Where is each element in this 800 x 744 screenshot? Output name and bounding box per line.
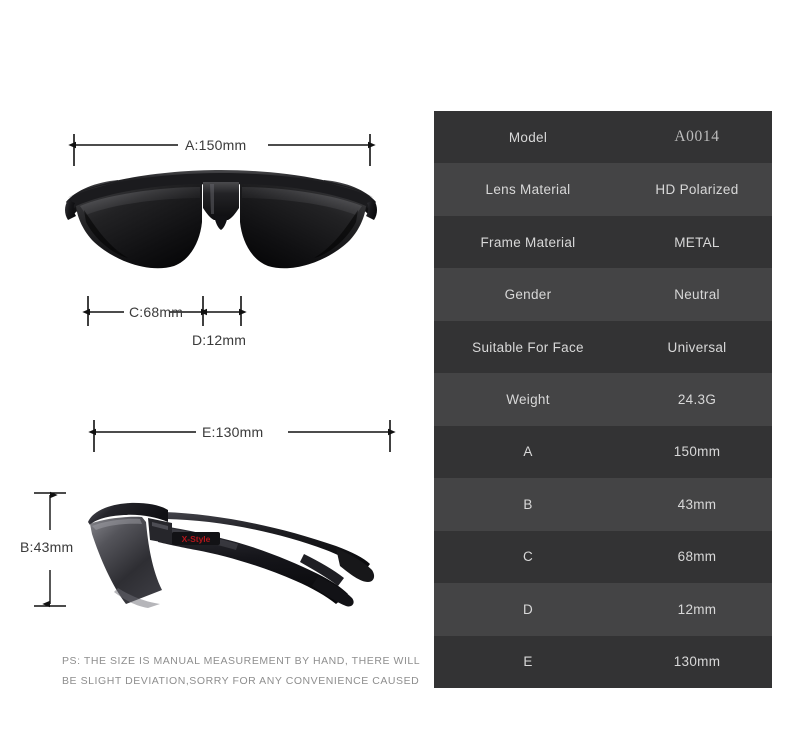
spec-key: E	[523, 654, 533, 670]
table-row: D 12mm	[434, 583, 772, 636]
spec-value: A0014	[674, 128, 720, 146]
specification-sheet: X-Style A:150mm C:68mm D:12mm E:130mm B:…	[0, 0, 800, 744]
spec-key: Lens Material	[485, 182, 571, 198]
dimension-lines	[34, 134, 396, 608]
spec-value: METAL	[674, 234, 720, 250]
table-row: B 43mm	[434, 478, 772, 531]
spec-value: Neutral	[674, 287, 720, 303]
spec-value: 43mm	[677, 496, 717, 512]
nose-pad-center	[214, 216, 228, 230]
sunglasses-front-view	[65, 170, 377, 269]
spec-key: C	[522, 549, 534, 565]
table-row: Frame Material METAL	[434, 215, 772, 269]
spec-key: Frame Material	[480, 234, 576, 250]
disclaimer-line-2: BE SLIGHT DEVIATION,SORRY FOR ANY CONVEN…	[62, 675, 420, 687]
diagram-panel: X-Style A:150mm C:68mm D:12mm E:130mm B:…	[0, 0, 430, 744]
dim-label-b: B:43mm	[20, 539, 74, 555]
spec-key: D	[522, 601, 534, 617]
table-row: C 68mm	[434, 530, 772, 584]
spec-key: Suitable For Face	[472, 339, 584, 355]
spec-key: A	[523, 444, 533, 460]
table-row: Model A0014	[434, 111, 772, 164]
specification-table: Model A0014 Lens Material HD Polarized Frame…	[434, 111, 772, 688]
temple-logo-text: X-Style	[182, 534, 211, 544]
spec-key: Gender	[504, 287, 552, 303]
dim-label-c: C:68mm	[129, 304, 184, 320]
table-row: Lens Material HD Polarized	[434, 163, 772, 216]
spec-value: HD Polarized	[655, 182, 739, 198]
hinge-block-side	[148, 518, 172, 544]
dim-label-e: E:130mm	[202, 424, 264, 440]
spec-value: 12mm	[677, 601, 717, 617]
spec-key: Weight	[506, 391, 550, 407]
spec-value: 130mm	[673, 654, 721, 670]
spec-value: 68mm	[677, 549, 717, 565]
disclaimer-line-1: PS: THE SIZE IS MANUAL MEASUREMENT BY HA…	[62, 655, 421, 667]
dim-label-a: A:150mm	[185, 137, 247, 153]
table-row: A 150mm	[434, 425, 772, 479]
dim-label-d: D:12mm	[192, 332, 247, 348]
spec-value: 24.3G	[677, 391, 717, 407]
spec-value: 150mm	[673, 444, 721, 460]
spec-key: Model	[508, 129, 548, 145]
bridge	[203, 182, 239, 220]
table-row: E 130mm	[434, 635, 772, 688]
table-row: Suitable For Face Universal	[434, 320, 772, 374]
table-row: Gender Neutral	[434, 268, 772, 321]
sunglasses-side-view: X-Style	[88, 502, 375, 608]
spec-value: Universal	[667, 339, 727, 355]
spec-key: B	[523, 496, 533, 512]
table-row: Weight 24.3G	[434, 373, 772, 426]
